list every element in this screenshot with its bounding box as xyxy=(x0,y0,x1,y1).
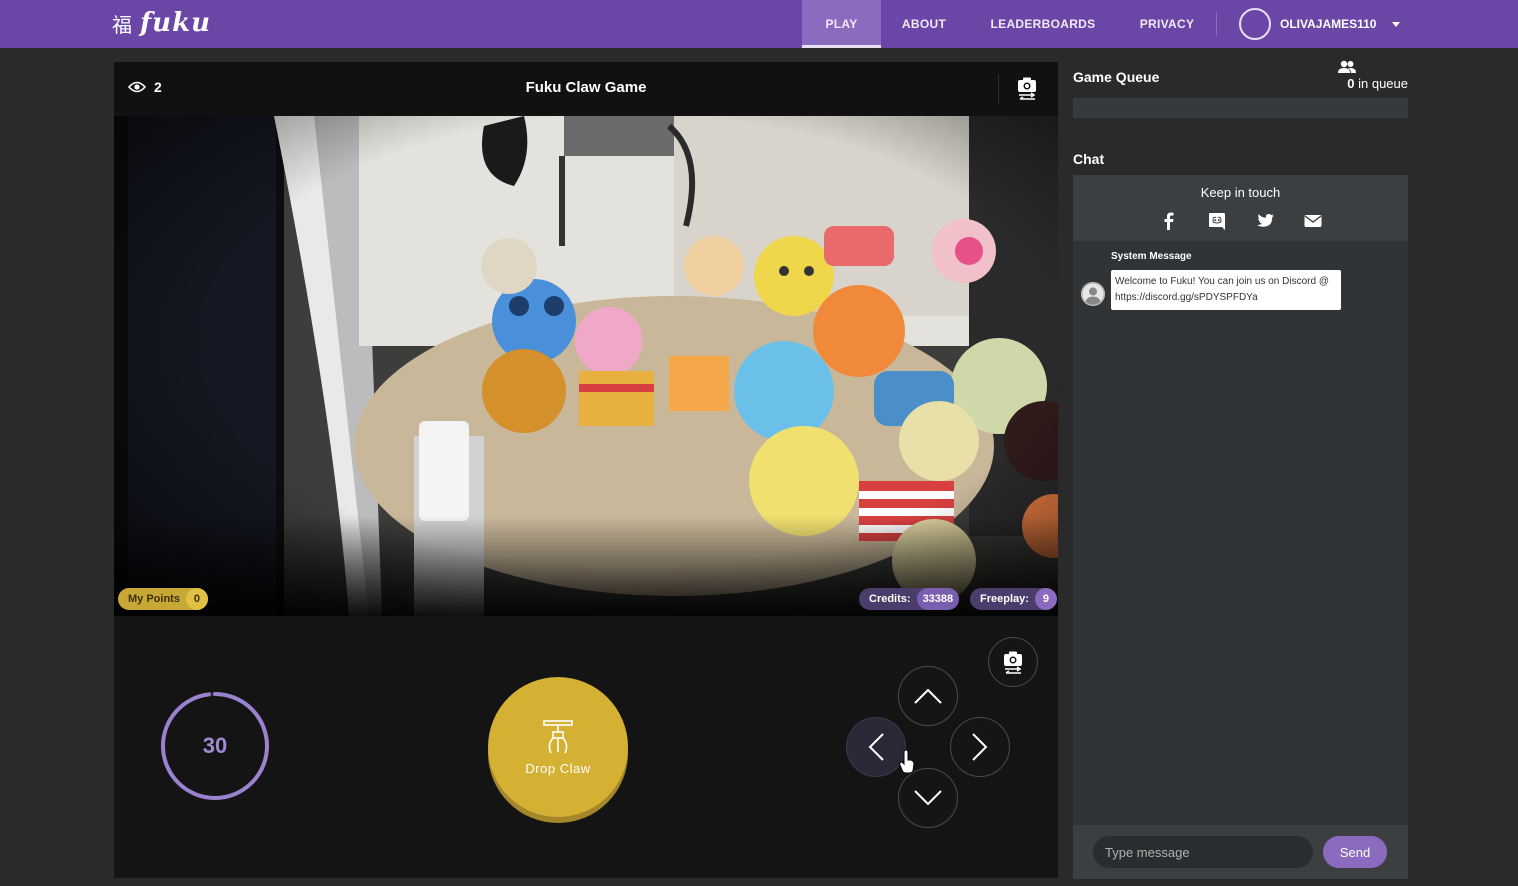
my-points-label: My Points xyxy=(128,593,180,605)
claw-machine-video xyxy=(114,116,1058,616)
discord-icon[interactable] xyxy=(1207,211,1227,231)
logo-glyph: 福 xyxy=(112,12,132,37)
claw-icon xyxy=(543,719,573,753)
chevron-down-icon xyxy=(914,790,942,806)
top-navbar: 福 fuku PLAY ABOUT LEADERBOARDS PRIVACY O… xyxy=(0,0,1518,48)
chevron-left-icon xyxy=(868,733,884,761)
nav-play[interactable]: PLAY xyxy=(802,0,881,48)
queue-count-text: 0 in queue xyxy=(1347,76,1408,91)
logo-word: fuku xyxy=(140,8,212,38)
credits-label: Credits: xyxy=(869,593,911,605)
game-title: Fuku Claw Game xyxy=(525,79,647,96)
send-button[interactable]: Send xyxy=(1323,836,1387,868)
user-avatar[interactable] xyxy=(1239,8,1271,40)
chat-message-input[interactable] xyxy=(1093,836,1313,868)
users-icon xyxy=(1338,60,1356,73)
fuku-logo[interactable]: 福 fuku xyxy=(112,8,211,38)
game-queue-title: Game Queue xyxy=(1073,69,1160,85)
freeplay-value: 9 xyxy=(1034,588,1057,610)
drop-claw-label: Drop Claw xyxy=(525,760,591,776)
caret-down-icon[interactable] xyxy=(1392,22,1400,27)
nav-privacy[interactable]: PRIVACY xyxy=(1124,0,1210,48)
social-links xyxy=(1073,211,1408,231)
message-bubble: Welcome to Fuku! You can join us on Disc… xyxy=(1111,270,1341,310)
drop-claw-button[interactable]: Drop Claw xyxy=(488,677,628,817)
facebook-icon[interactable] xyxy=(1159,211,1179,231)
countdown-value: 30 xyxy=(202,733,228,758)
chevron-up-icon xyxy=(914,688,942,704)
move-up-button[interactable] xyxy=(898,666,958,726)
freeplay-badge: Freeplay: 9 xyxy=(970,588,1057,610)
message-sender: System Message xyxy=(1111,251,1192,262)
move-left-button[interactable] xyxy=(846,717,906,777)
my-points-badge: My Points 0 xyxy=(118,588,208,610)
hand-cursor-icon xyxy=(899,750,915,774)
credits-badge: Credits: 33388 xyxy=(859,588,960,610)
nav-divider xyxy=(1216,12,1217,36)
nav-leaderboards[interactable]: LEADERBOARDS xyxy=(976,0,1110,48)
game-header: 2 Fuku Claw Game xyxy=(114,62,1058,116)
email-icon[interactable] xyxy=(1303,211,1323,231)
credits-value: 33388 xyxy=(916,588,960,610)
chat-input-bar: Send xyxy=(1073,825,1408,879)
keep-in-touch-label: Keep in touch xyxy=(1200,185,1281,200)
move-right-button[interactable] xyxy=(950,717,1010,777)
freeplay-label: Freeplay: xyxy=(980,593,1029,605)
header-divider xyxy=(998,74,999,104)
queue-count-suffix: in queue xyxy=(1354,76,1408,91)
user-silhouette-icon xyxy=(1081,282,1105,306)
user-menu-name[interactable]: OLIVAJAMES110 xyxy=(1280,0,1376,48)
chevron-right-icon xyxy=(972,733,988,761)
twitter-icon[interactable] xyxy=(1255,211,1275,231)
move-down-button[interactable] xyxy=(898,768,958,828)
system-avatar xyxy=(1081,282,1105,306)
chat-panel: Keep in touch System Message Welcome to … xyxy=(1073,175,1408,879)
video-frame xyxy=(114,116,1058,616)
switch-camera-icon xyxy=(1004,651,1022,674)
queue-count-value: 0 xyxy=(1347,76,1355,91)
keep-in-touch-bar: Keep in touch xyxy=(1073,175,1408,241)
camera-switch-button[interactable] xyxy=(988,637,1038,687)
queue-list xyxy=(1073,98,1408,118)
my-points-value: 0 xyxy=(185,588,208,610)
nav-about[interactable]: ABOUT xyxy=(884,0,964,48)
switch-camera-icon[interactable] xyxy=(1016,76,1038,105)
chat-title: Chat xyxy=(1073,151,1105,167)
game-panel: 2 Fuku Claw Game My Points 0 Credits: 33… xyxy=(114,62,1058,878)
